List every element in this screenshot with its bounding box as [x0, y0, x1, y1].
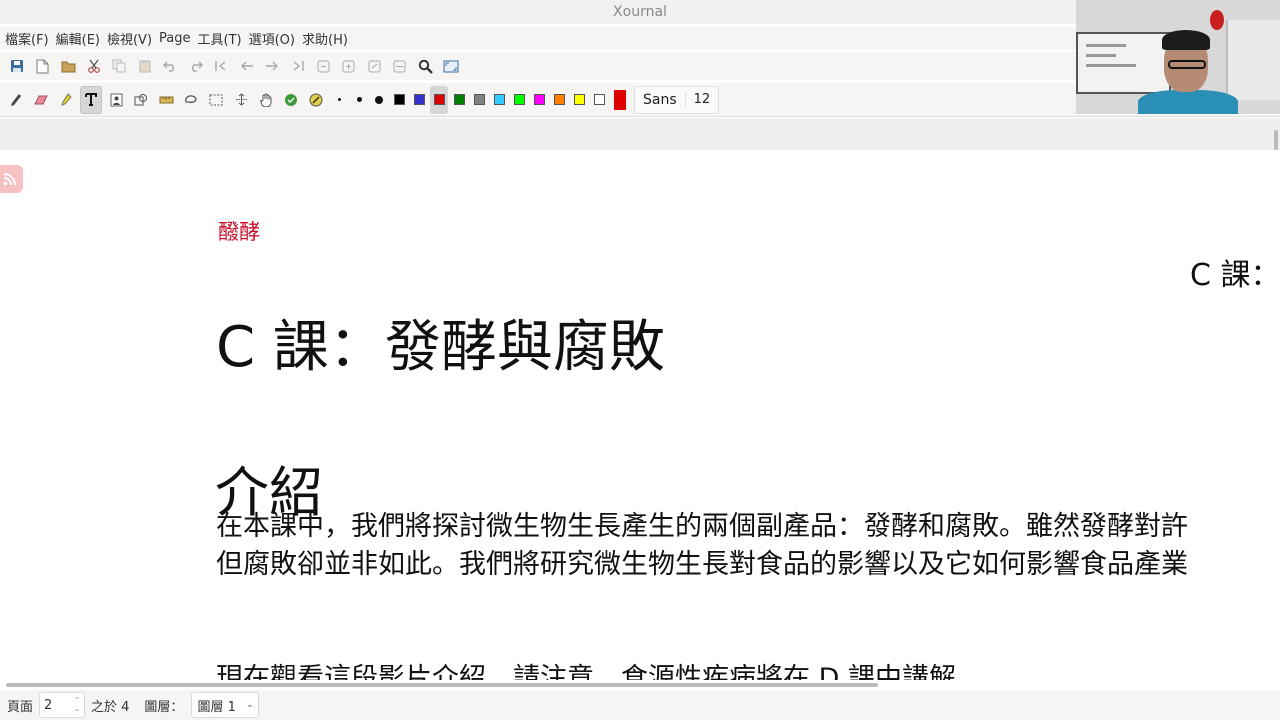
color-red-swatch — [433, 94, 445, 105]
zoom-fit-icon[interactable] — [363, 55, 385, 77]
page-number: 2 — [44, 697, 53, 713]
font-name: Sans — [643, 91, 677, 108]
paragraph-line-1: 在本課中，我們將探討微生物生長產生的兩個副產品：發酵和腐敗。雖然發酵對許 — [216, 511, 1188, 542]
layer-dropdown[interactable]: 圖層 1 ⌄ — [191, 692, 260, 718]
color-palette — [390, 85, 610, 114]
medium-dot-icon[interactable] — [350, 86, 368, 114]
fullscreen-icon[interactable] — [440, 55, 462, 77]
paragraph-line-2: 但腐敗卻並非如此。我們將研究微生物生長對食品的影響以及它如何影響食品產業 — [216, 549, 1188, 580]
rectangle-select-icon[interactable] — [205, 86, 227, 114]
color-black-swatch — [393, 94, 405, 105]
color-black-button[interactable] — [390, 86, 408, 114]
rss-icon — [0, 165, 23, 193]
webcam-projector-screen — [1076, 32, 1171, 94]
hand-tool-icon[interactable] — [255, 86, 277, 114]
color-white-swatch — [593, 94, 605, 105]
status-bar: 頁面 2 ⌃ ⌄ 之於 4 圖層： 圖層 1 ⌄ — [0, 690, 1280, 720]
color-white-button[interactable] — [590, 86, 608, 114]
lesson-title: C 課：發酵與腐敗 — [216, 315, 665, 380]
color-orange-button[interactable] — [550, 86, 568, 114]
page-width-icon[interactable] — [389, 55, 411, 77]
pen-icon[interactable] — [5, 86, 27, 114]
lasso-select-icon[interactable] — [180, 86, 202, 114]
page-label: 頁面 — [7, 699, 34, 715]
color-yellow-swatch — [573, 94, 585, 105]
spinner-arrows-icon[interactable]: ⌃ ⌄ — [74, 696, 80, 714]
color-yellow-button[interactable] — [570, 86, 588, 114]
menu-view[interactable]: 檢視(V) — [106, 29, 157, 48]
page-gap — [0, 118, 1280, 150]
next-page-icon[interactable] — [261, 55, 283, 77]
color-magenta-swatch — [533, 94, 545, 105]
chevron-down-icon: ⌄ — [245, 700, 254, 710]
color-gray-button[interactable] — [470, 86, 488, 114]
eraser-icon[interactable] — [30, 86, 52, 114]
color-light-blue-swatch — [493, 94, 505, 105]
page-total: 之於 4 — [91, 699, 130, 715]
layer-value: 圖層 1 — [197, 699, 236, 715]
menu-page[interactable]: Page — [158, 31, 195, 46]
menu-options[interactable]: 選項(O) — [248, 29, 300, 48]
search-icon[interactable] — [414, 55, 436, 77]
color-red-button[interactable] — [430, 85, 448, 114]
color-green-button[interactable] — [450, 86, 468, 114]
vertical-scrollbar[interactable] — [1274, 130, 1278, 150]
menu-help[interactable]: 求助(H) — [301, 29, 353, 48]
text-tool-icon[interactable] — [80, 85, 102, 114]
cut-icon[interactable] — [83, 55, 105, 77]
color-blue-button[interactable] — [410, 86, 428, 114]
color-blue-swatch — [413, 94, 425, 105]
font-size: 12 — [684, 92, 719, 107]
undo-icon[interactable] — [159, 55, 181, 77]
shape-recognizer-icon[interactable] — [130, 86, 152, 114]
color-light-blue-button[interactable] — [490, 86, 508, 114]
color-green-swatch — [453, 94, 465, 105]
paste-icon[interactable] — [134, 55, 156, 77]
highlighter-icon[interactable] — [55, 86, 77, 114]
zoom-out-icon[interactable] — [312, 55, 334, 77]
next-page-heading: C 課： — [1190, 258, 1280, 293]
font-selector[interactable]: Sans 12 — [634, 85, 720, 114]
redo-icon[interactable] — [185, 55, 207, 77]
zoom-in-icon[interactable] — [338, 55, 360, 77]
thin-dot-icon[interactable] — [330, 86, 348, 114]
annotation-tag: 醱酵 — [218, 220, 260, 244]
color-magenta-button[interactable] — [530, 86, 548, 114]
vertical-space-icon[interactable] — [230, 86, 252, 114]
first-page-icon[interactable] — [210, 55, 232, 77]
menu-tools[interactable]: 工具(T) — [197, 29, 247, 48]
menu-edit[interactable]: 編輯(E) — [55, 29, 105, 48]
image-tool-icon[interactable] — [105, 86, 127, 114]
horizontal-scrollbar[interactable] — [6, 683, 878, 687]
color-gray-swatch — [473, 94, 485, 105]
paragraph-line-3: 現在觀看這段影片介紹。請注意，食源性疾病將在 D 課中講解。 — [216, 663, 983, 680]
document-page[interactable]: 醱酵 C 課： C 課：發酵與腐敗 介紹 在本課中，我們將探討微生物生長產生的兩… — [0, 150, 1280, 680]
copy-icon[interactable] — [108, 55, 130, 77]
page-number-spinner[interactable]: 2 ⌃ ⌄ — [39, 692, 86, 718]
last-page-icon[interactable] — [287, 55, 309, 77]
current-color-indicator[interactable] — [614, 89, 626, 110]
open-icon[interactable] — [57, 55, 79, 77]
default-pen-icon[interactable] — [280, 86, 302, 114]
xournal-window: Xournal 檔案(F) 編輯(E) 檢視(V) Page 工具(T) 選項(… — [0, 0, 1280, 720]
color-orange-swatch — [553, 94, 565, 105]
ruler-icon[interactable] — [155, 86, 177, 114]
menu-file[interactable]: 檔案(F) — [4, 29, 54, 48]
layer-label: 圖層： — [144, 699, 184, 715]
previous-page-icon[interactable] — [236, 55, 258, 77]
save-icon[interactable] — [6, 55, 28, 77]
thick-dot-icon[interactable] — [370, 86, 388, 114]
new-icon[interactable] — [32, 55, 54, 77]
pen-settings-icon[interactable] — [305, 86, 327, 114]
window-title: Xournal — [613, 4, 667, 20]
color-light-green-swatch — [513, 94, 525, 105]
color-light-green-button[interactable] — [510, 86, 528, 114]
webcam-overlay — [1076, 0, 1280, 114]
